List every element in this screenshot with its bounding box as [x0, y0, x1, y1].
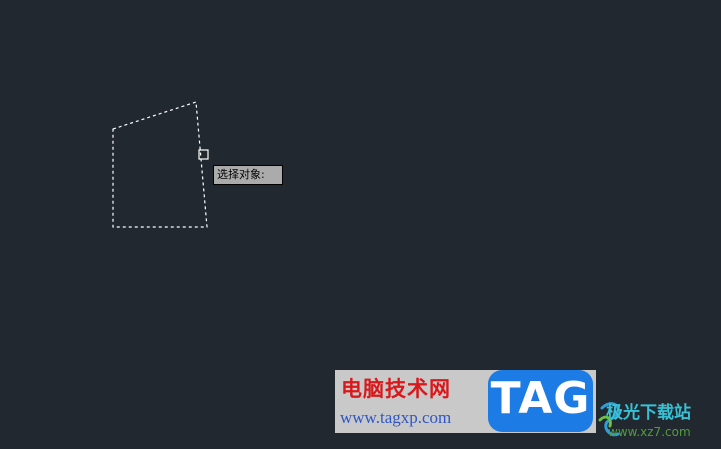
watermark-site-name: 电脑技术网 [341, 376, 451, 401]
watermark-xz7: 极光下载站 www.xz7.com [598, 396, 716, 442]
drawing-canvas[interactable]: 选择对象: 电脑技术网 www.tagxp.com TAG 极光下载站 www.… [0, 0, 721, 449]
watermark-tag-badge: TAG [488, 370, 593, 432]
watermark2-brand-name: 极光下载站 [606, 403, 691, 423]
watermark-tag-text: TAG [490, 373, 591, 424]
dashed-quadrilateral [112, 101, 208, 228]
tooltip-text: 选择对象: [217, 168, 265, 181]
watermark2-brand-url: www.xz7.com [608, 425, 691, 439]
watermark-site-url: www.tagxp.com [340, 408, 452, 427]
command-prompt-tooltip: 选择对象: [213, 165, 283, 185]
watermark-tagxp: 电脑技术网 www.tagxp.com TAG [335, 370, 596, 433]
